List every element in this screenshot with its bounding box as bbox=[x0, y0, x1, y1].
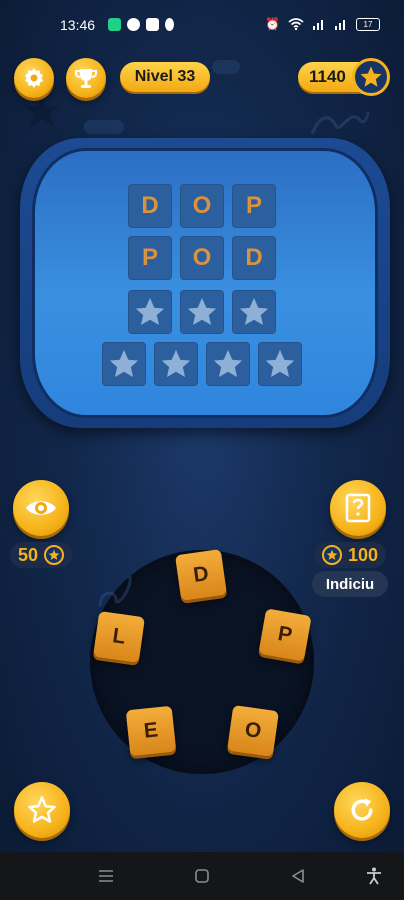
book-question-icon bbox=[345, 493, 371, 523]
reveal-price: 50 bbox=[10, 542, 73, 568]
status-bar: 13:46 ⏰ 17 bbox=[0, 0, 404, 48]
hint-label: Indiciu bbox=[312, 571, 388, 597]
star-icon bbox=[135, 297, 165, 326]
leaderboard-button[interactable] bbox=[66, 58, 106, 98]
wheel-letter[interactable]: L bbox=[93, 611, 145, 663]
starburst-decoration bbox=[24, 94, 60, 128]
star-icon bbox=[265, 349, 295, 378]
wheel-letter[interactable]: O bbox=[227, 705, 279, 757]
hidden-tile bbox=[232, 290, 276, 334]
alarm-icon: ⏰ bbox=[265, 17, 280, 31]
signal-icon bbox=[313, 20, 323, 30]
shuffle-button[interactable] bbox=[334, 782, 390, 838]
refresh-icon bbox=[351, 798, 373, 821]
battery-icon: 17 bbox=[356, 17, 380, 31]
hint-button[interactable] bbox=[330, 480, 386, 536]
star-icon bbox=[44, 545, 65, 565]
level-badge: Nivel 33 bbox=[120, 62, 210, 92]
reveal-button[interactable] bbox=[13, 480, 69, 536]
back-triangle-icon bbox=[292, 869, 304, 883]
wifi-icon bbox=[288, 18, 304, 30]
star-outline-icon bbox=[28, 796, 56, 823]
signal-icon bbox=[335, 20, 345, 30]
hint-price-value: 100 bbox=[348, 544, 379, 565]
wheel-letter[interactable]: P bbox=[258, 608, 312, 662]
hidden-tile bbox=[258, 342, 302, 386]
star-icon bbox=[322, 545, 342, 565]
star-icon bbox=[161, 349, 191, 378]
messenger-icon bbox=[127, 18, 140, 31]
hidden-tile bbox=[102, 342, 146, 386]
coins-star-badge[interactable] bbox=[352, 58, 390, 96]
cloud-decoration bbox=[84, 120, 124, 134]
home-button[interactable] bbox=[192, 866, 212, 886]
swirl-decoration bbox=[310, 111, 370, 135]
instagram-icon bbox=[146, 18, 159, 31]
star-icon bbox=[109, 349, 139, 378]
hidden-tile bbox=[154, 342, 198, 386]
wheel-letter[interactable]: D bbox=[175, 549, 227, 601]
coins-value: 1140 bbox=[309, 67, 346, 86]
star-icon bbox=[360, 66, 382, 87]
recent-apps-button[interactable] bbox=[96, 866, 116, 886]
hidden-tile bbox=[128, 290, 172, 334]
swirl-decoration bbox=[98, 575, 132, 607]
hint-price: 100 bbox=[314, 542, 387, 568]
back-button[interactable] bbox=[288, 866, 308, 886]
gear-icon bbox=[25, 68, 43, 88]
favorite-button[interactable] bbox=[14, 782, 70, 838]
star-icon bbox=[239, 297, 269, 326]
app-notification-icon bbox=[108, 18, 121, 31]
eye-icon bbox=[26, 501, 56, 515]
game-screen: 13:46 ⏰ 17 Nivel 33 1140 D O P P O D 50 … bbox=[0, 0, 404, 900]
level-label: Nivel 33 bbox=[134, 68, 196, 85]
trophy-icon bbox=[75, 69, 97, 88]
letter-tile: O bbox=[180, 236, 224, 280]
reveal-price-value: 50 bbox=[18, 544, 39, 565]
wheel-letter[interactable]: E bbox=[125, 705, 177, 757]
hidden-tile bbox=[206, 342, 250, 386]
notification-icons bbox=[108, 18, 174, 31]
letter-tile: D bbox=[232, 236, 276, 280]
accessibility-icon bbox=[367, 867, 381, 885]
letter-tile: P bbox=[128, 236, 172, 280]
star-icon bbox=[213, 349, 243, 378]
menu-icon bbox=[99, 870, 113, 882]
cloud-decoration bbox=[212, 60, 240, 74]
star-icon bbox=[187, 297, 217, 326]
system-icons: ⏰ 17 bbox=[265, 17, 380, 31]
system-nav-bar bbox=[0, 852, 404, 900]
letter-tile: O bbox=[180, 184, 224, 228]
battery-level: 17 bbox=[363, 19, 373, 29]
status-time: 13:46 bbox=[60, 17, 96, 33]
settings-button[interactable] bbox=[14, 58, 54, 98]
letter-tile: P bbox=[232, 184, 276, 228]
accessibility-button[interactable] bbox=[364, 866, 384, 886]
snapchat-icon bbox=[165, 18, 174, 31]
hidden-tile bbox=[180, 290, 224, 334]
letter-tile: D bbox=[128, 184, 172, 228]
square-icon bbox=[195, 869, 209, 883]
